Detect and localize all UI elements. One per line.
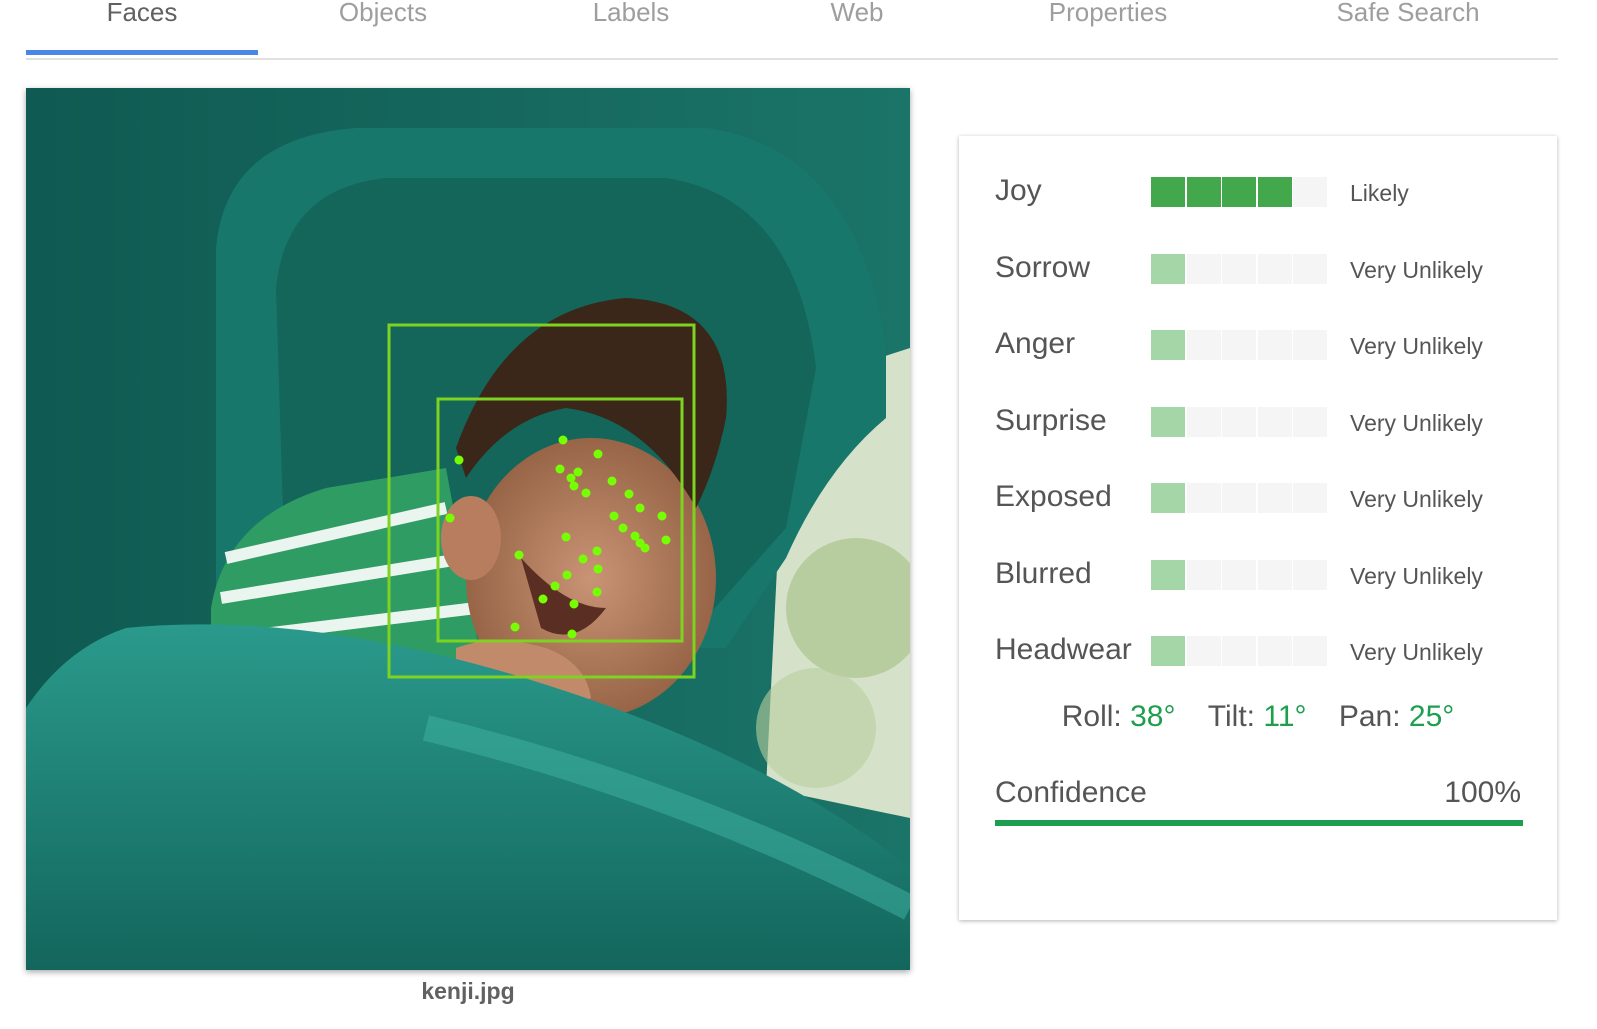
tab-bar: Faces Objects Labels Web Properties Safe… [26, 0, 1558, 60]
confidence-label: Confidence [995, 776, 1147, 809]
meter-segment [1151, 330, 1185, 360]
roll-angle: Roll: 38° [1062, 700, 1184, 733]
photo-illustration [26, 88, 910, 970]
meter-segment [1186, 177, 1221, 207]
meter-segment [1222, 483, 1256, 513]
meter-segment [1186, 636, 1221, 666]
active-tab-indicator [26, 50, 258, 55]
meter-segment [1151, 483, 1185, 513]
meter-segment [1151, 177, 1185, 207]
meter-segment [1222, 559, 1256, 590]
face-results-card: Joy Likely Sorrow Very Unlikely Anger Very Un… [959, 136, 1557, 920]
likelihood-value: Very Unlikely [1350, 409, 1483, 436]
meter-segment [1222, 330, 1256, 360]
pan-label: Pan: [1338, 700, 1401, 733]
likelihood-meter [1151, 636, 1327, 666]
likelihood-meter [1151, 483, 1327, 513]
meter-segment [1257, 559, 1292, 590]
tab-objects[interactable]: Objects [288, 0, 478, 56]
tab-faces[interactable]: Faces [26, 0, 258, 56]
pan-angle: Pan: 25° [1339, 700, 1454, 733]
roll-value: 38° [1130, 700, 1176, 733]
attribute-label: Surprise [995, 403, 1107, 437]
tab-labels[interactable]: Labels [536, 0, 726, 56]
tilt-value: 11° [1263, 700, 1307, 733]
tab-properties[interactable]: Properties [988, 0, 1228, 56]
likelihood-value: Very Unlikely [1350, 333, 1483, 359]
attribute-row-headwear: Headwear Very Unlikely [995, 631, 1535, 671]
meter-segment [1151, 636, 1185, 666]
attribute-label: Headwear [995, 633, 1132, 666]
meter-segment [1293, 636, 1327, 666]
tilt-label: Tilt: [1207, 700, 1256, 733]
attribute-row-surprise: Surprise Very Unlikely [995, 402, 1535, 442]
attribute-row-blurred: Blurred Very Unlikely [995, 555, 1535, 595]
attribute-row-sorrow: Sorrow Very Unlikely [995, 249, 1535, 289]
analyzed-image [26, 88, 910, 970]
confidence-bar-fill [995, 820, 1523, 826]
meter-segment [1257, 177, 1292, 207]
attribute-label: Anger [995, 327, 1076, 360]
meter-segment [1293, 483, 1327, 513]
attribute-row-anger: Anger Very Unlikely [995, 325, 1535, 365]
meter-segment [1222, 253, 1256, 284]
meter-segment [1293, 330, 1327, 360]
meter-segment [1257, 406, 1292, 437]
meter-segment [1151, 406, 1185, 437]
meter-segment [1293, 253, 1327, 284]
meter-segment [1151, 559, 1185, 590]
meter-segment [1186, 330, 1221, 360]
likelihood-value: Very Unlikely [1350, 256, 1483, 283]
attribute-label: Joy [995, 174, 1042, 207]
tab-safe-search[interactable]: Safe Search [1288, 0, 1528, 56]
meter-segment [1257, 330, 1292, 360]
meter-segment [1222, 636, 1256, 666]
pan-value: 25° [1408, 700, 1455, 733]
meter-segment [1186, 559, 1221, 590]
likelihood-meter [1151, 330, 1327, 360]
meter-segment [1186, 253, 1221, 284]
attribute-label: Sorrow [995, 250, 1091, 284]
likelihood-value: Very Unlikely [1350, 639, 1483, 665]
meter-segment [1257, 636, 1292, 666]
confidence-bar [995, 820, 1523, 826]
tilt-angle: Tilt: 11° [1208, 700, 1315, 733]
meter-segment [1293, 406, 1327, 437]
meter-segment [1222, 406, 1256, 437]
meter-segment [1151, 253, 1185, 284]
meter-segment [1257, 483, 1292, 513]
likelihood-value: Likely [1350, 180, 1409, 206]
attribute-label: Blurred [995, 556, 1092, 590]
meter-segment [1293, 177, 1327, 207]
likelihood-meter [1151, 559, 1327, 590]
likelihood-value: Very Unlikely [1350, 486, 1483, 512]
confidence-value: 100% [1444, 776, 1521, 809]
meter-segment [1222, 177, 1256, 207]
meter-segment [1186, 406, 1221, 437]
likelihood-meter [1151, 253, 1327, 284]
roll-label: Roll: [1061, 700, 1122, 733]
tab-web[interactable]: Web [762, 0, 952, 56]
head-angles: Roll: 38° Tilt: 11° Pan: 25° [959, 700, 1557, 734]
meter-segment [1186, 483, 1221, 513]
attribute-row-exposed: Exposed Very Unlikely [995, 478, 1535, 518]
likelihood-value: Very Unlikely [1350, 562, 1483, 589]
image-filename: kenji.jpg [421, 978, 515, 1004]
likelihood-meter [1151, 177, 1327, 207]
likelihood-meter [1151, 406, 1327, 437]
meter-segment [1257, 253, 1292, 284]
meter-segment [1293, 559, 1327, 590]
attribute-label: Exposed [995, 480, 1112, 513]
attribute-row-joy: Joy Likely [995, 172, 1535, 212]
